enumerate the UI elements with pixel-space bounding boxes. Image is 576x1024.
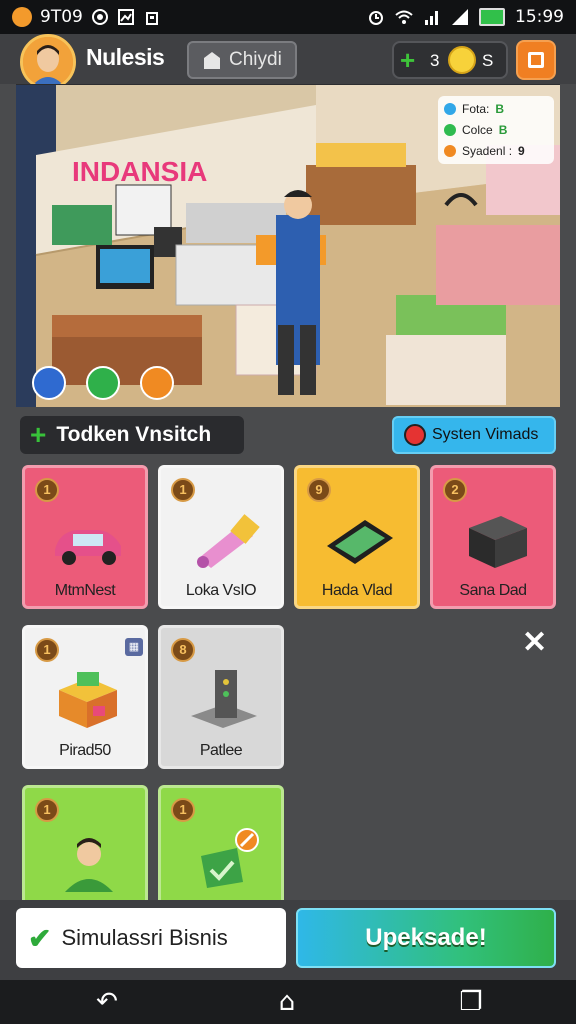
- close-icon[interactable]: ✕: [522, 628, 547, 658]
- system-button-label: Systen Vimads: [432, 426, 539, 443]
- gear-icon[interactable]: [86, 366, 120, 400]
- box-icon: [469, 516, 527, 568]
- card-item[interactable]: 1 ▦ Pirad50: [22, 625, 148, 769]
- phone-icon: [327, 520, 393, 564]
- battery-icon: [479, 8, 505, 26]
- card-label: Loka VsIO: [185, 582, 257, 599]
- stat-row: Colce B: [444, 123, 507, 137]
- coin-action-icon[interactable]: [140, 366, 174, 400]
- card-label: Patlee: [199, 742, 243, 759]
- staff-icon: [65, 838, 113, 892]
- recents-icon[interactable]: ❐: [456, 988, 486, 1016]
- coin-icon: [448, 46, 476, 74]
- stat-label: Colce: [462, 123, 493, 137]
- player-portrait-icon: [23, 37, 73, 87]
- stats-panel: Fota: B Colce B Syadenl : 9: [438, 96, 554, 164]
- card-label: Sana Dad: [459, 582, 527, 599]
- wifi-icon: [395, 10, 413, 24]
- city-label: Chiydi: [229, 49, 282, 70]
- resource-counter[interactable]: + 3 S: [392, 41, 508, 79]
- plus-count: 3: [430, 51, 440, 70]
- plus-icon: +: [30, 419, 47, 450]
- avatar[interactable]: [20, 34, 76, 90]
- orange-dot-icon: [444, 145, 456, 157]
- card-item[interactable]: 8 Patlee: [158, 625, 284, 769]
- stat-label: Fota:: [462, 102, 490, 116]
- coin-count: S: [482, 51, 494, 70]
- level-badge: 1: [171, 478, 195, 502]
- record-icon: [404, 424, 426, 446]
- stat-value: B: [498, 123, 508, 137]
- level-badge: 1: [35, 798, 59, 822]
- store-sign: INDANSIA: [72, 156, 207, 187]
- check-icon: ✔: [28, 922, 52, 954]
- card-item[interactable]: 1: [22, 785, 148, 915]
- section-title: + Todken Vnsitch: [20, 416, 244, 454]
- stat-label: Syadenl :: [462, 144, 513, 158]
- level-badge: 1: [171, 798, 195, 822]
- level-badge: 2: [443, 478, 467, 502]
- menu-button[interactable]: [516, 40, 556, 80]
- level-badge: 9: [307, 478, 331, 502]
- player-name: Nulesis: [86, 44, 165, 70]
- level-badge: 1: [35, 478, 59, 502]
- signal-2-icon: [452, 9, 468, 25]
- blue-dot-icon: [444, 103, 456, 115]
- status-bar: 9T09 15:99: [0, 0, 576, 34]
- section-title-text: Todken Vnsitch: [56, 423, 212, 446]
- package-icon: [59, 672, 117, 728]
- stat-value: 9: [518, 144, 525, 158]
- system-nav-bar: ↶ ⌂ ❐: [0, 980, 576, 1024]
- stat-value: B: [495, 102, 505, 116]
- globe-icon[interactable]: [32, 366, 66, 400]
- card-label: Hada Vlad: [321, 582, 393, 599]
- upgrade-button[interactable]: Upeksade!: [296, 908, 556, 968]
- level-badge: 8: [171, 638, 195, 662]
- card-item[interactable]: 1 Loka VsIO: [158, 465, 284, 609]
- home-icon[interactable]: ⌂: [272, 988, 302, 1016]
- car-icon: [55, 530, 121, 565]
- level-badge: 1: [35, 638, 59, 662]
- square-menu-icon: [528, 52, 544, 68]
- system-button[interactable]: Systen Vimads: [392, 416, 556, 454]
- stat-row: Fota: B: [444, 102, 504, 116]
- bag-icon: [145, 12, 158, 25]
- image-icon: [117, 9, 134, 25]
- plus-icon: +: [400, 45, 416, 75]
- grid-icon: ▦: [125, 638, 143, 656]
- signal-icon: [425, 11, 438, 25]
- city-button[interactable]: Chiydi: [187, 41, 297, 79]
- green-dot-icon: [444, 124, 456, 136]
- card-label: MtmNest: [54, 582, 116, 599]
- card-item[interactable]: 1: [158, 785, 284, 915]
- card-item[interactable]: 1 MtmNest: [22, 465, 148, 609]
- edit-tag-icon: [201, 828, 259, 888]
- sync-icon: [91, 9, 108, 25]
- upgrade-label: Upeksade!: [365, 924, 487, 951]
- tube-icon: [197, 514, 260, 568]
- card-item[interactable]: 9 Hada Vlad: [294, 465, 420, 609]
- simulate-button[interactable]: ✔ Simulassri Bisnis: [16, 908, 286, 968]
- stat-row: Syadenl : 9: [444, 144, 525, 158]
- notification-icon: [12, 7, 32, 27]
- status-time-left: 9T09: [40, 7, 83, 27]
- alarm-icon: [369, 11, 383, 25]
- machine-icon: [191, 670, 257, 728]
- back-icon[interactable]: ↶: [92, 988, 122, 1016]
- building-icon: [204, 52, 220, 69]
- card-label: Pirad50: [59, 742, 111, 759]
- status-time-right: 15:99: [515, 7, 564, 27]
- simulate-label: Simulassri Bisnis: [61, 925, 228, 950]
- card-item[interactable]: 2 Sana Dad: [430, 465, 556, 609]
